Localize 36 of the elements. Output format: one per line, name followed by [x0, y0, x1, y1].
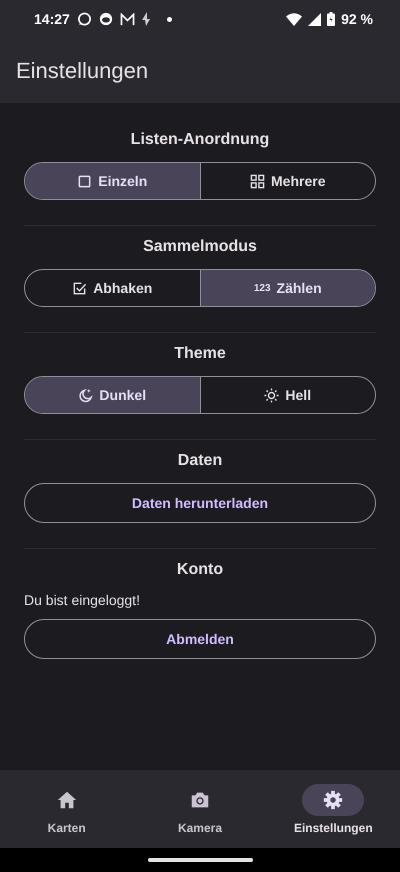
section-title: Daten	[176, 451, 224, 471]
number-glyph: 123	[254, 282, 271, 294]
nav-item[interactable]: Einstellungen	[266, 770, 400, 848]
battery-percent: 92 %	[341, 11, 373, 27]
battery-icon	[327, 12, 336, 26]
segment-option[interactable]: Mehrere	[200, 163, 375, 199]
sun-icon	[264, 388, 280, 402]
section-title: Sammelmodus	[142, 237, 258, 257]
wifi-icon	[286, 12, 302, 26]
checkbox-icon	[72, 280, 88, 296]
download-button[interactable]: Daten herunterladen	[24, 483, 376, 523]
square-icon	[77, 174, 92, 188]
segment-option[interactable]: Hell	[200, 377, 375, 413]
grid-icon	[250, 174, 266, 188]
moon-icon	[78, 388, 94, 402]
bolt-icon	[142, 12, 152, 26]
nav-item[interactable]: Karten	[0, 770, 134, 848]
dot-icon	[166, 16, 172, 22]
login-status-text: Du bist eingeloggt!	[24, 592, 141, 608]
clock-time: 14:27	[34, 11, 70, 27]
nav-item[interactable]: Kamera	[133, 770, 267, 848]
logout-button[interactable]: Abmelden	[24, 619, 376, 659]
settings-icon	[322, 789, 344, 811]
section-title: Theme	[173, 344, 227, 364]
section-title: Listen-Anordnung	[130, 130, 270, 150]
home-icon	[56, 789, 78, 811]
segment-option[interactable]: Abhaken	[25, 270, 200, 306]
segment-option[interactable]: Dunkel	[25, 377, 200, 413]
page-title: Einstellungen	[16, 58, 148, 84]
signal-icon	[308, 12, 322, 26]
section-title: Konto	[176, 560, 224, 580]
mail-icon	[120, 12, 135, 26]
segment-option[interactable]: Einzeln	[25, 163, 200, 199]
chat-icon	[76, 12, 92, 26]
segment-option[interactable]: 123 Zählen	[200, 270, 375, 306]
home-indicator[interactable]	[148, 858, 252, 862]
